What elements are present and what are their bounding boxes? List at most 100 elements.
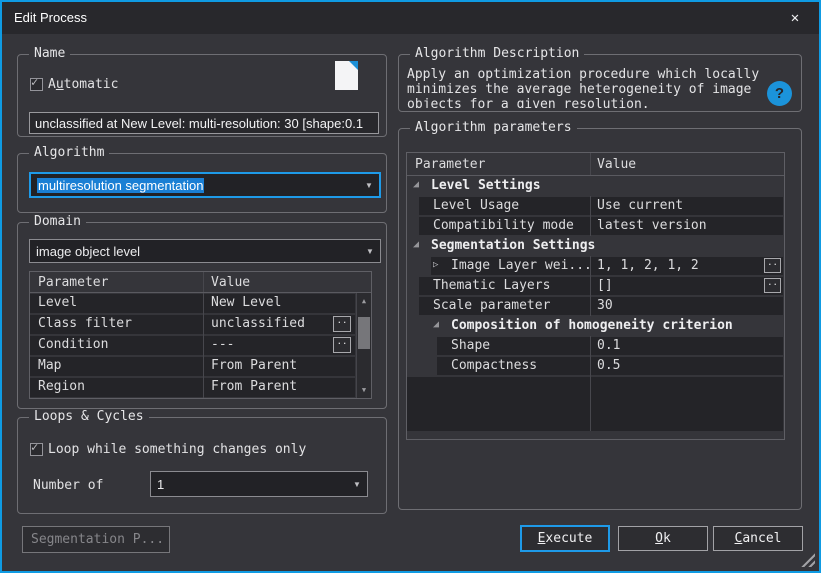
execute-button[interactable]: Execute [520,525,610,552]
parameter-value: New Level [211,295,281,310]
column-divider [590,153,591,175]
algorithm-group-label: Algorithm [29,145,109,160]
parameter-name: Shape [451,338,490,353]
vertical-scrollbar[interactable]: ▲ ▼ [356,293,371,398]
row-strip [407,377,783,431]
table-row[interactable]: Level Usage Use current [407,196,784,216]
table-row[interactable]: Level New Level [30,293,371,314]
algorithm-description-text: Apply an optimization procedure which lo… [407,67,770,108]
parameter-value: 0.5 [597,358,620,373]
parameter-name: Image Layer wei... [451,258,592,273]
parameter-name: Condition [38,337,108,352]
algorithm-parameters-table: Parameter Value ◢ Level Settings Level U… [406,152,785,440]
automatic-checkbox-label: Automatic [48,77,118,92]
ellipsis-button[interactable]: .. [764,258,781,273]
domain-select[interactable]: image object level ▼ [29,239,381,263]
table-row[interactable]: ▷ Image Layer wei... 1, 1, 2, 1, 2 .. [407,256,784,276]
table-row[interactable]: ◢ Level Settings [407,176,784,196]
parameter-name: Level Usage [433,198,519,213]
table-row[interactable]: Class filter unclassified .. [30,314,371,335]
parameter-value: 1, 1, 2, 1, 2 [597,258,699,273]
table-row[interactable]: ◢ Composition of homogeneity criterion [407,316,784,336]
column-divider [590,196,591,216]
expander-icon[interactable]: ◢ [413,239,419,250]
dialog-title: Edit Process [14,10,87,25]
column-header-parameter[interactable]: Parameter [38,275,108,290]
parameters-table-body: ◢ Level Settings Level Usage Use current… [407,176,784,376]
parameter-name: Level Settings [431,178,541,193]
parameter-value: [] [597,278,613,293]
table-row[interactable]: Thematic Layers [] .. [407,276,784,296]
column-header-parameter[interactable]: Parameter [415,157,485,172]
edit-process-dialog: Edit Process ✕ Name ✓ Automatic Algorith… [0,0,821,573]
scroll-up-icon[interactable]: ▲ [357,294,371,308]
checkbox-box[interactable]: ✓ [30,443,43,456]
parameter-name: Segmentation Settings [431,238,595,253]
domain-selected-value: image object level [36,244,140,259]
process-name-input[interactable] [29,112,379,134]
ellipsis-button[interactable]: .. [333,337,351,353]
parameters-group-label: Algorithm parameters [410,120,577,135]
domain-table-body: Level New Level Class filter unclassifie… [30,293,371,398]
checkbox-box[interactable]: ✓ [30,78,43,91]
table-row[interactable]: Compactness 0.5 [407,356,784,376]
loops-cycles-group: Loops & Cycles ✓ Loop while something ch… [17,417,387,514]
expander-icon[interactable]: ◢ [413,179,419,190]
parameter-name: Region [38,379,85,394]
parameter-value: 0.1 [597,338,620,353]
check-icon: ✓ [31,75,38,89]
table-row[interactable]: Shape 0.1 [407,336,784,356]
loop-while-checkbox[interactable]: ✓ Loop while something changes only [30,442,306,457]
parameter-value: From Parent [211,379,297,394]
scroll-down-icon[interactable]: ▼ [357,383,371,397]
scrollbar-thumb[interactable] [358,317,370,349]
parameter-value: Use current [597,198,683,213]
column-divider [203,272,204,292]
algorithm-description-group: Algorithm Description Apply an optimizat… [398,54,802,112]
dropdown-arrow-icon[interactable]: ▼ [347,480,367,489]
table-row[interactable]: Compatibility mode latest version [407,216,784,236]
expander-icon[interactable]: ▷ [433,260,438,270]
table-row[interactable]: Map From Parent [30,356,371,377]
dropdown-arrow-icon[interactable]: ▼ [359,181,379,190]
dropdown-arrow-icon[interactable]: ▼ [360,247,380,256]
table-row[interactable]: Condition --- .. [30,335,371,356]
table-row[interactable]: Region From Parent [30,377,371,398]
titlebar[interactable]: Edit Process ✕ [2,2,819,34]
parameter-value: 30 [597,298,613,313]
resize-grip-icon[interactable] [799,551,815,567]
column-divider [203,293,204,314]
description-group-label: Algorithm Description [410,46,584,61]
help-icon[interactable]: ? [767,81,792,106]
algorithm-group: Algorithm multiresolution segmentation ▼ [17,153,387,213]
ellipsis-button[interactable]: .. [764,278,781,293]
table-empty-area [407,376,784,431]
parameter-value: From Parent [211,358,297,373]
cancel-button[interactable]: Cancel [713,526,803,551]
loops-group-label: Loops & Cycles [29,409,149,424]
table-row[interactable]: Scale parameter 30 [407,296,784,316]
column-divider [203,356,204,377]
column-divider [590,336,591,356]
parameter-value: unclassified [211,316,305,331]
column-divider [590,216,591,236]
parameter-name: Map [38,358,61,373]
column-divider [590,376,591,431]
column-divider [203,314,204,335]
column-divider [590,356,591,376]
automatic-checkbox[interactable]: ✓ Automatic [30,77,118,92]
expander-icon[interactable]: ◢ [433,319,439,330]
column-divider [203,335,204,356]
column-header-value[interactable]: Value [597,157,636,172]
table-row[interactable]: ◢ Segmentation Settings [407,236,784,256]
algorithm-select[interactable]: multiresolution segmentation ▼ [29,172,381,198]
column-header-value[interactable]: Value [211,275,250,290]
domain-group: Domain image object level ▼ Parameter Va… [17,222,387,409]
number-of-select[interactable]: 1 ▼ [150,471,368,497]
ok-button[interactable]: Ok [618,526,708,551]
ellipsis-button[interactable]: .. [333,316,351,332]
name-group: Name ✓ Automatic [17,54,387,137]
close-icon[interactable]: ✕ [785,8,805,28]
parameters-table-header: Parameter Value [407,153,784,176]
number-of-label: Number of [33,478,103,493]
